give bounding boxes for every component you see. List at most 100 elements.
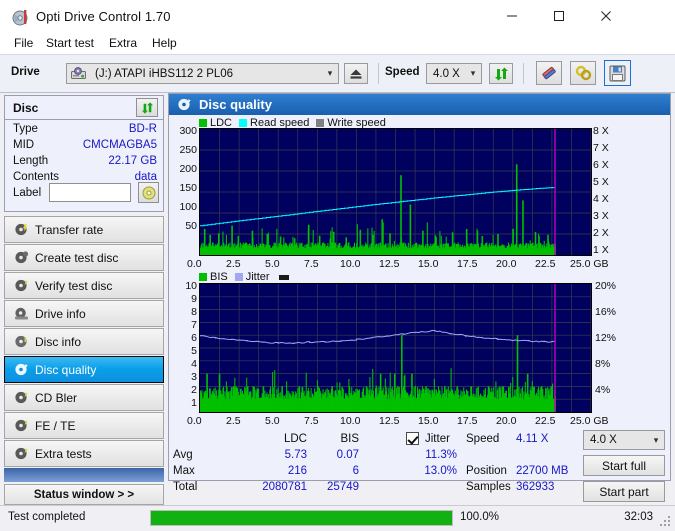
status-window-button[interactable]: Status window > > bbox=[4, 484, 164, 505]
refresh-icon bbox=[141, 101, 153, 114]
disc-type-label: Type bbox=[13, 123, 38, 135]
sidebar-label: CD Bler bbox=[35, 390, 78, 405]
bot-xtick-15: 15.0 bbox=[418, 415, 439, 427]
top-y2tick-8x: 8 X bbox=[593, 125, 609, 137]
bot-xtick-17.5: 17.5 bbox=[457, 415, 478, 427]
sidebar-label: Drive info bbox=[35, 306, 86, 321]
stats-row-max-label: Max bbox=[173, 465, 195, 477]
save-button[interactable] bbox=[604, 60, 631, 86]
close-button[interactable] bbox=[583, 0, 629, 31]
chart-bottom-legend: BIS Jitter bbox=[199, 271, 289, 283]
toolbar-separator-1 bbox=[378, 63, 379, 84]
chart-bis-jitter[interactable] bbox=[199, 283, 592, 413]
sidebar-item-create-test-disc[interactable]: Create test disc bbox=[4, 244, 164, 271]
disc-row-mid: MID CMCMAGBA5 bbox=[5, 139, 163, 155]
menu-extra[interactable]: Extra bbox=[103, 35, 143, 54]
legend-swatch-bis bbox=[199, 273, 207, 281]
bot-xtick-2.5: 2.5 bbox=[226, 415, 241, 427]
drive-select[interactable]: (J:) ATAPI iHBS112 2 PL06 ▾ bbox=[66, 63, 339, 84]
top-y2tick-2x: 2 X bbox=[593, 227, 609, 239]
top-ytick-300: 300 bbox=[179, 125, 197, 137]
menu-file[interactable]: File bbox=[8, 35, 39, 54]
eject-button[interactable] bbox=[344, 63, 368, 84]
legend-swatch-jitter bbox=[234, 273, 243, 281]
bot-ytick-4: 4 bbox=[191, 358, 197, 370]
jitter-checkbox[interactable] bbox=[406, 432, 419, 445]
menu-start-test[interactable]: Start test bbox=[40, 35, 100, 54]
start-full-button[interactable]: Start full bbox=[583, 455, 665, 476]
disc-quality-icon bbox=[13, 361, 30, 378]
drive-label: Drive bbox=[11, 66, 40, 78]
stats-position-value: 22700 MB bbox=[516, 465, 569, 477]
chevron-down-icon: ▾ bbox=[327, 68, 333, 78]
link-icon bbox=[575, 65, 591, 81]
sidebar-item-drive-info[interactable]: Drive info bbox=[4, 300, 164, 327]
disc-mid-value: CMCMAGBA5 bbox=[82, 139, 157, 151]
toolbar: Drive (J:) ATAPI iHBS112 2 PL06 ▾ Speed … bbox=[0, 54, 675, 93]
bot-ytick-9: 9 bbox=[191, 293, 197, 305]
refresh-speed-button[interactable] bbox=[489, 63, 513, 84]
sidebar-accent-strip bbox=[4, 468, 164, 482]
bot-ytick-2: 2 bbox=[191, 384, 197, 396]
sidebar-item-fe-te[interactable]: FE / TE bbox=[4, 412, 164, 439]
top-ytick-50: 50 bbox=[185, 220, 197, 232]
test-speed-select[interactable]: 4.0 X ▾ bbox=[583, 430, 665, 450]
disc-info-panel: Disc Type BD-R MID CMCMAGBA5 Length 22.1… bbox=[4, 95, 164, 212]
speed-select[interactable]: 4.0 X ▾ bbox=[426, 63, 482, 84]
window-title: Opti Drive Control 1.70 bbox=[36, 9, 171, 24]
legend-label-bis: BIS bbox=[210, 271, 228, 283]
panel-title: Disc quality bbox=[199, 97, 272, 112]
menu-help[interactable]: Help bbox=[146, 35, 183, 54]
top-ytick-200: 200 bbox=[179, 163, 197, 175]
start-part-button[interactable]: Start part bbox=[583, 481, 665, 502]
disc-refresh-button[interactable] bbox=[136, 98, 158, 117]
minimize-button[interactable] bbox=[489, 0, 535, 31]
stats-max-bis: 6 bbox=[352, 465, 359, 477]
top-xtick-7.5: 7.5 bbox=[304, 258, 319, 270]
progress-fill bbox=[151, 511, 452, 525]
bot-xtick-10: 10.0 bbox=[340, 415, 361, 427]
resize-grip-icon[interactable] bbox=[660, 516, 672, 528]
sidebar-label: Transfer rate bbox=[35, 222, 104, 237]
disc-contents-label: Contents bbox=[13, 171, 60, 183]
maximize-button[interactable] bbox=[536, 0, 582, 31]
legend-swatch-write-speed bbox=[316, 119, 325, 127]
top-ytick-250: 250 bbox=[179, 144, 197, 156]
speed-label: Speed bbox=[385, 66, 420, 78]
top-y2tick-3x: 3 X bbox=[593, 210, 609, 222]
bot-ytick-7: 7 bbox=[191, 319, 197, 331]
disc-quality-icon bbox=[177, 97, 192, 112]
bot-y2tick-12: 12% bbox=[595, 332, 617, 344]
sidebar-item-disc-info[interactable]: Disc info bbox=[4, 328, 164, 355]
bot-ytick-3: 3 bbox=[191, 371, 197, 383]
sidebar-item-disc-quality[interactable]: Disc quality bbox=[4, 356, 164, 383]
stats-speed-value: 4.11 X bbox=[516, 433, 549, 445]
bot-ytick-10: 10 bbox=[185, 280, 197, 292]
sidebar-item-transfer-rate[interactable]: Transfer rate bbox=[4, 216, 164, 243]
disc-label-button[interactable] bbox=[138, 182, 159, 203]
bot-ytick-6: 6 bbox=[191, 332, 197, 344]
stats-speed-label: Speed bbox=[466, 433, 500, 445]
stats-header-ldc: LDC bbox=[283, 433, 307, 445]
chevron-down-icon: ▾ bbox=[653, 434, 659, 445]
chart-ldc-speed[interactable] bbox=[199, 128, 592, 256]
link-button[interactable] bbox=[570, 61, 596, 85]
sidebar-item-extra-tests[interactable]: Extra tests bbox=[4, 440, 164, 467]
disc-row-type: Type BD-R bbox=[5, 123, 163, 139]
stats-avg-jitter: 11.3% bbox=[425, 449, 457, 461]
sidebar-item-cd-bler[interactable]: CD Bler bbox=[4, 384, 164, 411]
cd-bler-icon bbox=[13, 389, 30, 406]
stats-total-ldc: 2080781 bbox=[262, 481, 307, 493]
disc-label-label: Label bbox=[13, 187, 42, 199]
drive-info-icon bbox=[13, 305, 30, 322]
sidebar-item-verify-test-disc[interactable]: Verify test disc bbox=[4, 272, 164, 299]
bot-ytick-5: 5 bbox=[191, 345, 197, 357]
top-y2tick-1x: 1 X bbox=[593, 244, 609, 256]
bot-xtick-20: 20.0 bbox=[496, 415, 517, 427]
disc-label-input[interactable] bbox=[49, 183, 131, 202]
disc-length-label: Length bbox=[13, 155, 49, 167]
bot-ytick-1: 1 bbox=[191, 397, 197, 409]
disc-info-icon bbox=[13, 333, 30, 350]
erase-button[interactable] bbox=[536, 61, 562, 85]
disc-test-icon bbox=[13, 221, 30, 238]
